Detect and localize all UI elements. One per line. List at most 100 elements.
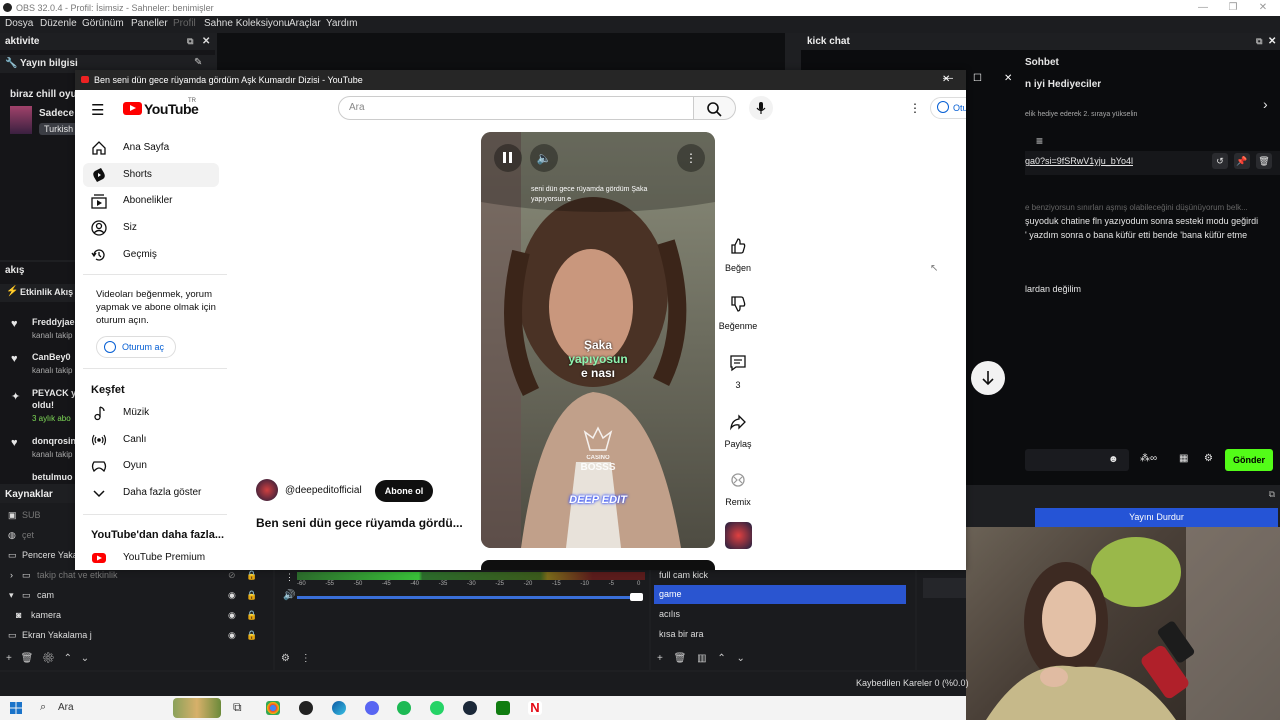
- float-icon[interactable]: ⧉: [187, 33, 193, 50]
- xbox-icon[interactable]: [496, 701, 510, 715]
- dislike-action[interactable]: Beğenme: [708, 291, 768, 331]
- lock-icon[interactable]: 🔒: [246, 585, 257, 605]
- menu-lines-icon[interactable]: ≡: [1036, 134, 1043, 148]
- remix-button[interactable]: [725, 467, 751, 493]
- whatsapp-icon[interactable]: [430, 701, 444, 715]
- gear-icon[interactable]: ⚙: [42, 653, 55, 664]
- up-icon[interactable]: ⌃: [64, 653, 72, 664]
- undo-icon[interactable]: ↺: [1212, 153, 1228, 169]
- nav-music[interactable]: Müzik: [83, 401, 219, 425]
- dislike-button[interactable]: [725, 291, 751, 317]
- search-highlight-image[interactable]: [173, 698, 221, 718]
- sidebar-sign-in-button[interactable]: Oturum aç: [96, 336, 176, 358]
- like-button[interactable]: [725, 233, 751, 259]
- nav-live[interactable]: Canlı: [83, 428, 219, 452]
- yt-maximize-icon[interactable]: ☐: [973, 73, 982, 84]
- more-options-icon[interactable]: ⋮: [909, 101, 921, 115]
- netflix-icon[interactable]: N: [528, 701, 542, 715]
- store-icon[interactable]: ▦: [1179, 453, 1188, 464]
- pinned-link[interactable]: ga0?si=9fSRwV1yju_bYo4l: [1025, 156, 1133, 166]
- scene-item[interactable]: acılıs: [654, 605, 906, 624]
- windows-start-icon[interactable]: [10, 702, 22, 714]
- source-item[interactable]: ▭ Ekran Yakalama j ◉ 🔒: [0, 625, 270, 645]
- channel-avatar[interactable]: [256, 479, 278, 501]
- trash-icon[interactable]: 🗑: [1256, 153, 1272, 169]
- gear-icon[interactable]: ⚙: [1204, 453, 1213, 464]
- trash-icon[interactable]: 🗑: [21, 653, 34, 664]
- gear-icon[interactable]: ⚙: [281, 653, 290, 664]
- obs-icon[interactable]: [299, 701, 313, 715]
- menu-profil[interactable]: Profil: [173, 18, 196, 29]
- youtube-logo-icon[interactable]: [123, 102, 142, 115]
- lock-icon[interactable]: 🔒: [246, 625, 257, 645]
- menu-paneller[interactable]: Paneller: [131, 18, 168, 29]
- down-icon[interactable]: ⌄: [737, 653, 745, 664]
- next-video-peek[interactable]: [481, 560, 715, 570]
- menu-gorunum[interactable]: Görünüm: [82, 18, 124, 29]
- scene-item[interactable]: kısa bir ara: [654, 625, 906, 644]
- close-icon[interactable]: ✕: [1250, 0, 1276, 16]
- search-input[interactable]: Ara: [338, 96, 694, 120]
- down-icon[interactable]: ⌄: [81, 653, 89, 664]
- close-dock-icon[interactable]: ✕: [1268, 33, 1276, 50]
- source-group[interactable]: ▾ ▭ cam ◉ 🔒: [0, 585, 270, 605]
- send-button[interactable]: Gönder: [1225, 449, 1273, 471]
- share-button[interactable]: [725, 409, 751, 435]
- comments-action[interactable]: 3: [708, 350, 768, 390]
- task-view-icon[interactable]: ⧉: [233, 700, 242, 715]
- eye-icon[interactable]: ◉: [228, 625, 236, 645]
- nav-show-more[interactable]: Daha fazla göster: [83, 481, 219, 505]
- speaker-icon[interactable]: 🔊: [283, 590, 295, 601]
- transition-field[interactable]: [923, 578, 967, 598]
- volume-slider[interactable]: [297, 596, 642, 599]
- close-dock-icon[interactable]: ✕: [202, 33, 210, 50]
- nav-home[interactable]: Ana Sayfa: [83, 136, 219, 160]
- spotify-icon[interactable]: [397, 701, 411, 715]
- eye-icon[interactable]: ◉: [228, 585, 236, 605]
- video-more-button[interactable]: ⋮: [677, 144, 705, 172]
- voice-search-button[interactable]: [749, 96, 773, 120]
- chevron-right-icon[interactable]: ›: [1263, 96, 1268, 112]
- filter-icon[interactable]: ▥: [697, 653, 706, 664]
- stop-stream-button[interactable]: Yayını Durdur: [1035, 508, 1278, 527]
- shorts-video-player[interactable]: seni dün gece rüyamda gördüm Şaka yapıyo…: [481, 132, 715, 548]
- search-button[interactable]: [694, 96, 736, 120]
- mixer-menu-icon[interactable]: ⋮: [285, 572, 294, 583]
- like-action[interactable]: Beğen: [708, 233, 768, 273]
- float-icon[interactable]: ⧉: [1256, 33, 1262, 50]
- pause-button[interactable]: [494, 144, 522, 172]
- chevron-right-icon[interactable]: ›: [10, 565, 13, 585]
- emote-link-icon[interactable]: ⁂∞: [1140, 453, 1157, 464]
- nav-gaming[interactable]: Oyun: [83, 454, 219, 478]
- lock-icon[interactable]: 🔒: [246, 605, 257, 625]
- restore-icon[interactable]: ❐: [1220, 0, 1246, 16]
- scene-item-selected[interactable]: game: [654, 585, 906, 604]
- comments-button[interactable]: [725, 350, 751, 376]
- next-video-button[interactable]: [971, 361, 1005, 395]
- menu-sahne-koleksiyonu[interactable]: Sahne Koleksiyonu: [204, 18, 290, 29]
- yt-minimize-icon[interactable]: —: [943, 73, 953, 84]
- nav-you[interactable]: Siz: [83, 216, 219, 240]
- volume-button[interactable]: 🔈: [530, 144, 558, 172]
- pin-icon[interactable]: 📌: [1234, 153, 1250, 169]
- taskbar-search-label[interactable]: Ara: [58, 702, 74, 713]
- volume-slider-handle[interactable]: [630, 593, 643, 601]
- minimize-icon[interactable]: —: [1190, 0, 1216, 16]
- video-title[interactable]: Ben seni dün gece rüyamda gördü...: [256, 516, 463, 530]
- sign-in-button[interactable]: Oturum aç: [930, 97, 966, 119]
- hamburger-icon[interactable]: ☰: [91, 101, 104, 119]
- menu-duzenle[interactable]: Düzenle: [40, 18, 77, 29]
- nav-subscriptions[interactable]: Abonelikler: [83, 189, 219, 213]
- chrome-icon[interactable]: [266, 701, 280, 715]
- edge-icon[interactable]: [332, 701, 346, 715]
- steam-icon[interactable]: [463, 701, 477, 715]
- remix-action[interactable]: Remix: [708, 467, 768, 507]
- edit-icon[interactable]: ✎: [194, 57, 202, 68]
- yt-close-icon[interactable]: ✕: [1004, 73, 1012, 84]
- subscribe-button[interactable]: Abone ol: [375, 480, 433, 502]
- nav-history[interactable]: Geçmiş: [83, 243, 219, 267]
- menu-araclar[interactable]: Araçlar: [289, 18, 321, 29]
- menu-dosya[interactable]: Dosya: [5, 18, 33, 29]
- trash-icon[interactable]: 🗑: [674, 653, 687, 664]
- emoji-icon[interactable]: ☻: [1108, 454, 1119, 465]
